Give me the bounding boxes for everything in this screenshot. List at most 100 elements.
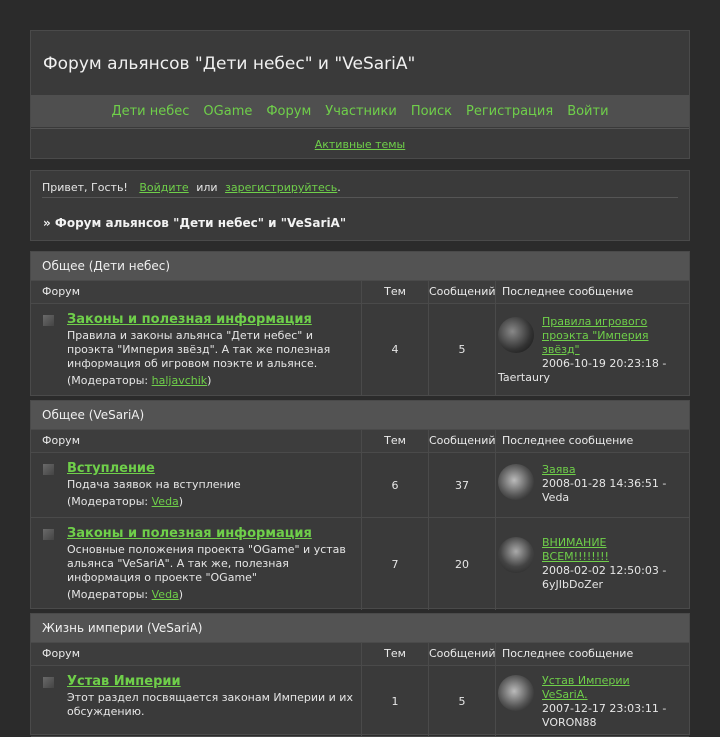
forum-description: Основные положения проекта "OGame" и уст… — [67, 543, 346, 584]
forum-cell: Законы и полезная информация Основные по… — [31, 518, 362, 610]
col-forum: Форум — [31, 643, 362, 665]
last-post-link[interactable]: Правила игрового проэкта "Империя звёзд" — [542, 315, 676, 357]
forum-link[interactable]: Законы и полезная информация — [67, 312, 357, 327]
col-forum: Форум — [31, 430, 362, 452]
forum-link[interactable]: Вступление — [67, 461, 357, 476]
col-last: Последнее сообщение — [502, 434, 634, 447]
last-post-cell: Устав Империи VeSariA. 2007-12-17 23:03:… — [496, 666, 681, 736]
nav-forum[interactable]: Форум — [266, 104, 311, 119]
col-topics: Тем — [362, 281, 429, 303]
greeting-text: Привет, Гость! — [42, 181, 128, 194]
nav-search[interactable]: Поиск — [411, 104, 452, 119]
period-text: . — [337, 181, 341, 194]
forum-row: Устав Империи Этот раздел посвящается за… — [31, 666, 689, 737]
last-post-meta: 2006-10-19 20:23:18 - Taertaury — [498, 357, 667, 384]
avatar — [498, 537, 534, 573]
breadcrumb: » Форум альянсов "Дети небес" и "VeSariA… — [43, 216, 347, 230]
moderator-link[interactable]: Veda — [152, 495, 179, 508]
login-link[interactable]: Войдите — [139, 181, 188, 194]
col-topics: Тем — [362, 643, 429, 665]
topics-count: 6 — [362, 453, 429, 517]
last-post-meta: 2008-01-28 14:36:51 - Veda — [542, 477, 667, 504]
last-post-cell: Правила игрового проэкта "Империя звёзд"… — [496, 304, 681, 395]
nav-deti-nebes[interactable]: Дети небес — [111, 104, 189, 119]
category-title[interactable]: Общее (VeSariA) — [31, 401, 689, 429]
col-topics: Тем — [362, 430, 429, 452]
nav-members[interactable]: Участники — [325, 104, 397, 119]
last-post-cell: ВНИМАНИЕ ВСЕМ!!!!!!!! 2008-02-02 12:50:0… — [496, 518, 681, 610]
forum-status-icon — [42, 528, 55, 541]
last-post-link[interactable]: Заява — [542, 463, 676, 477]
column-header: Форум Тем Сообщений Последнее сообщение — [31, 429, 689, 453]
forum-cell: Вступление Подача заявок на вступление (… — [31, 453, 362, 517]
forum-header: Форум альянсов "Дети небес" и "VeSariA" … — [30, 30, 690, 159]
forum-description: Правила и законы альянса "Дети небес" и … — [67, 329, 331, 370]
mod-suffix: ) — [178, 495, 184, 508]
category-vesaria: Общее (VeSariA) Форум Тем Сообщений Посл… — [30, 400, 690, 610]
forum-status-icon — [42, 463, 55, 476]
main-nav: Дети небес OGame Форум Участники Поиск Р… — [31, 95, 689, 127]
greeting-line: Привет, Гость! Войдите или зарегистрируй… — [42, 181, 345, 194]
welcome-box: Привет, Гость! Войдите или зарегистрируй… — [30, 170, 690, 241]
col-posts: Сообщений — [429, 281, 496, 303]
col-last: Последнее сообщение — [502, 285, 634, 298]
mod-suffix: ) — [178, 588, 184, 601]
last-post-info: Заява 2008-01-28 14:36:51 - Veda — [542, 463, 676, 505]
active-topics-link[interactable]: Активные темы — [315, 138, 406, 151]
column-header: Форум Тем Сообщений Последнее сообщение — [31, 280, 689, 304]
nav-ogame[interactable]: OGame — [203, 104, 252, 119]
register-link[interactable]: зарегистрируйтесь — [225, 181, 337, 194]
category-empire-life: Жизнь империи (VeSariA) Форум Тем Сообще… — [30, 613, 690, 737]
topics-count: 4 — [362, 304, 429, 395]
forum-info: Законы и полезная информация Правила и з… — [67, 312, 357, 387]
forum-cell: Устав Империи Этот раздел посвящается за… — [31, 666, 362, 736]
topics-count: 1 — [362, 666, 429, 736]
nav-register[interactable]: Регистрация — [466, 104, 553, 119]
sub-nav: Активные темы — [31, 128, 689, 159]
posts-count: 5 — [429, 666, 496, 736]
last-post-info: Устав Империи VeSariA. 2007-12-17 23:03:… — [542, 674, 676, 730]
avatar — [498, 317, 534, 353]
category-deti-nebes: Общее (Дети небес) Форум Тем Сообщений П… — [30, 251, 690, 396]
forum-row: Вступление Подача заявок на вступление (… — [31, 453, 689, 518]
last-post-link[interactable]: Устав Империи VeSariA. — [542, 674, 676, 702]
mod-prefix: (Модераторы: — [67, 588, 149, 601]
forum-cell: Законы и полезная информация Правила и з… — [31, 304, 362, 395]
nav-login[interactable]: Войти — [567, 104, 608, 119]
last-post-meta: 2007-12-17 23:03:11 - VORON88 — [542, 702, 667, 729]
forum-row: Законы и полезная информация Правила и з… — [31, 304, 689, 396]
forum-moderators: (Модераторы: Veda) — [67, 495, 357, 508]
column-header: Форум Тем Сообщений Последнее сообщение — [31, 642, 689, 666]
category-title[interactable]: Общее (Дети небес) — [31, 252, 689, 280]
forum-link[interactable]: Законы и полезная информация — [67, 526, 357, 541]
mod-prefix: (Модераторы: — [67, 495, 149, 508]
forum-info: Законы и полезная информация Основные по… — [67, 526, 357, 601]
col-last: Последнее сообщение — [502, 647, 634, 660]
mod-suffix: ) — [207, 374, 212, 387]
avatar — [498, 675, 534, 711]
category-title[interactable]: Жизнь империи (VeSariA) — [31, 614, 689, 642]
or-text: или — [196, 181, 218, 194]
last-post-meta: 2008-02-02 12:50:03 - 6yJIbDoZer — [542, 564, 667, 591]
last-post-link[interactable]: ВНИМАНИЕ ВСЕМ!!!!!!!! — [542, 536, 676, 564]
last-post-cell: Заява 2008-01-28 14:36:51 - Veda — [496, 453, 681, 517]
col-posts: Сообщений — [429, 643, 496, 665]
forum-link[interactable]: Устав Империи — [67, 674, 357, 689]
site-title: Форум альянсов "Дети небес" и "VeSariA" — [43, 54, 416, 74]
moderator-link[interactable]: Veda — [152, 588, 179, 601]
posts-count: 5 — [429, 304, 496, 395]
col-forum: Форум — [31, 281, 362, 303]
mod-prefix: (Модераторы: — [67, 374, 149, 387]
topics-count: 7 — [362, 518, 429, 610]
col-posts: Сообщений — [429, 430, 496, 452]
posts-count: 37 — [429, 453, 496, 517]
forum-status-icon — [42, 314, 55, 327]
welcome-divider — [42, 197, 678, 198]
moderator-link[interactable]: haljavchik — [152, 374, 208, 387]
forum-description: Этот раздел посвящается законам Империи … — [67, 691, 353, 718]
forum-status-icon — [42, 676, 55, 689]
forum-info: Вступление Подача заявок на вступление (… — [67, 461, 357, 508]
forum-description: Подача заявок на вступление — [67, 478, 241, 491]
forum-moderators: (Модераторы: haljavchik) — [67, 374, 357, 387]
avatar — [498, 464, 534, 500]
